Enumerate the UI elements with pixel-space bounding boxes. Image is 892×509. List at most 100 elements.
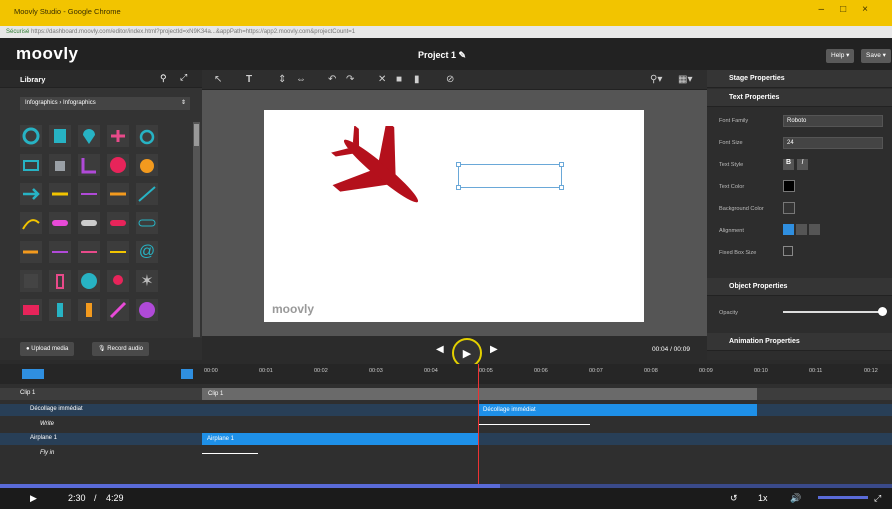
collapse-button[interactable] bbox=[181, 369, 193, 379]
fullscreen-icon[interactable]: ⤢ bbox=[874, 493, 881, 504]
align-tool-icon[interactable]: ⇕ bbox=[278, 74, 286, 85]
asset-pin[interactable] bbox=[78, 125, 100, 147]
animation-properties-header[interactable]: Animation Properties bbox=[707, 333, 892, 351]
text-properties-header[interactable]: Text Properties bbox=[707, 89, 892, 107]
asset-curve[interactable] bbox=[20, 212, 42, 234]
animation-bar[interactable]: Airplane 1 bbox=[202, 433, 478, 445]
text-color-swatch[interactable] bbox=[783, 180, 795, 192]
video-play-icon[interactable]: ▶ bbox=[30, 493, 37, 504]
save-button[interactable]: Save ▾ bbox=[861, 49, 891, 63]
asset-arrow[interactable] bbox=[49, 241, 71, 263]
timeline-ruler[interactable]: 00:00 00:01 00:02 00:03 00:04 00:05 00:0… bbox=[202, 364, 892, 384]
copy-icon[interactable]: ■ bbox=[396, 74, 402, 85]
object-properties-header[interactable]: Object Properties bbox=[707, 278, 892, 296]
asset-circle[interactable] bbox=[107, 154, 129, 176]
asset-arrow[interactable] bbox=[78, 183, 100, 205]
asset-arrow[interactable] bbox=[107, 183, 129, 205]
asset-pen[interactable] bbox=[107, 299, 129, 321]
timeline-row[interactable]: Airplane 1 Airplane 1 bbox=[0, 433, 892, 445]
asset-heart[interactable] bbox=[107, 270, 129, 292]
help-button[interactable]: Help ▾ bbox=[826, 49, 855, 63]
align-left-button[interactable] bbox=[783, 224, 794, 235]
canvas[interactable]: moovly bbox=[264, 110, 644, 322]
opacity-slider-thumb[interactable] bbox=[878, 307, 887, 316]
asset-ball[interactable] bbox=[136, 299, 158, 321]
library-scroll-thumb[interactable] bbox=[194, 124, 199, 146]
asset-at[interactable]: @ bbox=[136, 241, 158, 263]
expand-icon[interactable]: ⤢ bbox=[180, 72, 187, 83]
font-family-select[interactable]: Roboto bbox=[783, 115, 883, 127]
align-right-button[interactable] bbox=[809, 224, 820, 235]
timeline-row[interactable]: Fly in bbox=[0, 448, 892, 460]
text-box-selection[interactable] bbox=[456, 162, 564, 190]
upload-media-button[interactable]: ● Upload media bbox=[20, 342, 75, 356]
lock-icon[interactable]: ⊘ bbox=[446, 74, 454, 85]
record-audio-button[interactable]: 🎙 Record audio bbox=[92, 342, 149, 356]
asset-bottle[interactable] bbox=[49, 270, 71, 292]
library-scrollbar[interactable] bbox=[193, 122, 200, 337]
zoom-icon[interactable]: ⚲▾ bbox=[650, 74, 662, 85]
asset-robot[interactable] bbox=[49, 125, 71, 147]
asset-arrow[interactable] bbox=[49, 183, 71, 205]
clip-bar[interactable]: Clip 1 bbox=[202, 388, 757, 400]
select-tool-icon[interactable]: ↖ bbox=[214, 74, 222, 85]
asset-pill[interactable] bbox=[49, 212, 71, 234]
window-controls[interactable]: –□× bbox=[819, 4, 884, 15]
project-title[interactable]: Project 1 ✎ bbox=[418, 50, 466, 61]
asset-clock[interactable] bbox=[20, 125, 42, 147]
keyframe-line[interactable] bbox=[202, 453, 258, 454]
address-bar[interactable]: Sécurisé https://dashboard.moovly.com/ed… bbox=[0, 26, 892, 38]
bg-color-swatch[interactable] bbox=[783, 202, 795, 214]
search-icon[interactable]: ⚲ bbox=[160, 73, 167, 84]
asset-rect[interactable] bbox=[20, 299, 42, 321]
undo-icon[interactable]: ↶ bbox=[328, 74, 336, 85]
asset-bracket[interactable] bbox=[78, 154, 100, 176]
asset-pill[interactable] bbox=[136, 212, 158, 234]
timeline-row[interactable]: Clip 1 Clip 1 bbox=[0, 388, 892, 400]
asset-bottle[interactable] bbox=[78, 299, 100, 321]
grid-view-icon[interactable]: ▦▾ bbox=[678, 74, 692, 85]
bold-button[interactable]: B bbox=[783, 159, 794, 170]
animation-bar[interactable]: Décollage immédiat bbox=[478, 404, 757, 416]
asset-circle[interactable] bbox=[78, 270, 100, 292]
rewind-icon[interactable]: ◀ bbox=[436, 344, 444, 355]
text-tool-icon[interactable]: T bbox=[246, 74, 252, 85]
align-center-button[interactable] bbox=[796, 224, 807, 235]
fixed-box-checkbox[interactable] bbox=[783, 246, 793, 256]
asset-pill[interactable] bbox=[107, 212, 129, 234]
timeline-row[interactable]: Write bbox=[0, 419, 892, 431]
replay-icon[interactable]: ↺ bbox=[730, 493, 738, 504]
asset-device[interactable] bbox=[20, 154, 42, 176]
asset-alarm[interactable] bbox=[136, 125, 158, 147]
volume-slider[interactable] bbox=[818, 496, 868, 499]
view-toggle[interactable] bbox=[22, 369, 44, 379]
stage-properties-header[interactable]: Stage Properties bbox=[707, 70, 892, 88]
asset-plane[interactable] bbox=[107, 125, 129, 147]
font-size-input[interactable]: 24 bbox=[783, 137, 883, 149]
asset-line[interactable] bbox=[136, 183, 158, 205]
asset-android[interactable] bbox=[49, 154, 71, 176]
speed-label[interactable]: 1x bbox=[758, 493, 768, 503]
delete-icon[interactable]: ▮ bbox=[414, 74, 420, 85]
opacity-slider[interactable] bbox=[783, 311, 883, 313]
asset-frame[interactable] bbox=[20, 270, 42, 292]
forward-icon[interactable]: ▶ bbox=[490, 344, 498, 355]
timeline-row[interactable]: Décollage immédiat Décollage immédiat bbox=[0, 404, 892, 416]
keyframe-line[interactable] bbox=[478, 424, 590, 425]
asset-arrow[interactable] bbox=[107, 241, 129, 263]
airplane-object[interactable] bbox=[326, 126, 436, 216]
playhead[interactable] bbox=[478, 364, 479, 484]
asset-star[interactable]: ✶ bbox=[136, 270, 158, 292]
asset-bottle[interactable] bbox=[49, 299, 71, 321]
pencil-icon[interactable]: ✎ bbox=[459, 50, 467, 60]
asset-arrow[interactable] bbox=[78, 241, 100, 263]
redo-icon[interactable]: ↷ bbox=[346, 74, 354, 85]
category-breadcrumb[interactable]: Infographics › Infographics ⇕ bbox=[20, 97, 190, 110]
asset-arrow[interactable] bbox=[20, 241, 42, 263]
volume-icon[interactable]: 🔊 bbox=[790, 493, 801, 504]
asset-pill[interactable] bbox=[78, 212, 100, 234]
italic-button[interactable]: I bbox=[797, 159, 808, 170]
asset-arrow[interactable] bbox=[20, 183, 42, 205]
asset-orange[interactable] bbox=[136, 154, 158, 176]
cut-icon[interactable]: ✕ bbox=[378, 74, 386, 85]
